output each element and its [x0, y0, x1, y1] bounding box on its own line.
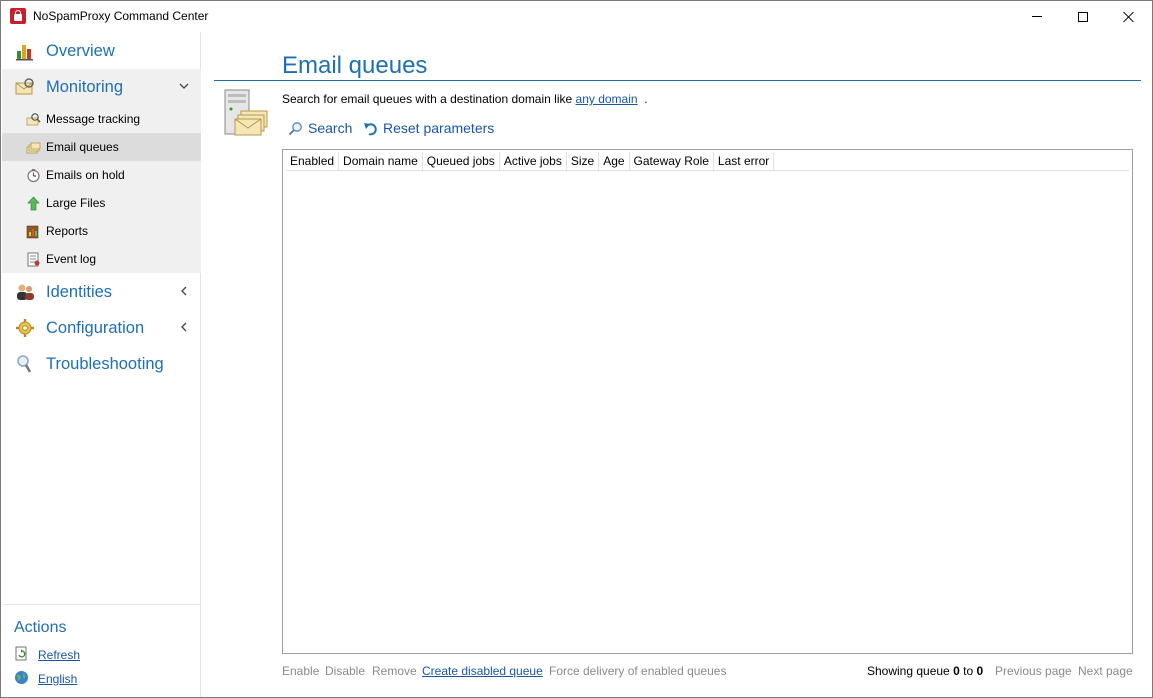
- minimize-icon: [1032, 16, 1042, 17]
- refresh-link[interactable]: Refresh: [38, 648, 80, 662]
- reports-icon: [26, 225, 39, 239]
- close-icon: [1123, 11, 1135, 23]
- nav-monitoring[interactable]: Monitoring: [2, 69, 201, 105]
- paging-to-word: to: [963, 664, 974, 678]
- sidebar-item-email-queues[interactable]: Email queues: [2, 133, 201, 161]
- paging-to: 0: [976, 664, 984, 678]
- search-icon: [288, 121, 302, 135]
- message-tracking-icon: [26, 113, 41, 126]
- column-header-age[interactable]: Age: [599, 152, 630, 170]
- column-header-last-error[interactable]: Last error: [714, 152, 775, 170]
- nav-configuration-label: Configuration: [46, 318, 145, 337]
- sidebar-item-label: Reports: [46, 224, 89, 238]
- table-header: Enabled Domain name Queued jobs Active j…: [286, 152, 1129, 171]
- paging-status: Showing queue 0 to 0: [867, 664, 983, 678]
- email-queues-icon: [26, 142, 41, 154]
- configuration-gear-icon: [16, 319, 34, 337]
- sidebar-item-label: Event log: [46, 252, 97, 266]
- emails-on-hold-clock-icon: [27, 169, 40, 183]
- overview-chart-icon: [16, 45, 33, 61]
- sidebar-item-emails-on-hold[interactable]: Emails on hold: [2, 161, 201, 189]
- paging-from: 0: [953, 664, 960, 678]
- column-header-queued-jobs[interactable]: Queued jobs: [423, 152, 500, 170]
- nav-troubleshooting-label: Troubleshooting: [46, 354, 164, 373]
- force-delivery-button[interactable]: Force delivery of enabled queues: [549, 664, 726, 678]
- column-header-size[interactable]: Size: [567, 152, 600, 170]
- column-header-gateway-role[interactable]: Gateway Role: [630, 152, 714, 170]
- title-bar: NoSpamProxy Command Center: [1, 1, 1152, 32]
- remove-button[interactable]: Remove: [372, 664, 417, 678]
- sidebar-item-label: Large Files: [46, 196, 106, 210]
- search-button[interactable]: Search: [288, 120, 352, 136]
- nav-configuration[interactable]: Configuration: [2, 310, 201, 346]
- monitoring-submenu: Message tracking Email queues Emails on …: [2, 105, 201, 273]
- app-window: NoSpamProxy Command Center Overview Moni…: [0, 0, 1153, 698]
- server-mail-icon: [224, 89, 268, 136]
- main-content: Email queues Search for email queues wit…: [202, 32, 1153, 698]
- previous-page-button[interactable]: Previous page: [995, 664, 1072, 678]
- nav-overview-label: Overview: [46, 41, 115, 60]
- sidebar-item-event-log[interactable]: Event log: [2, 245, 201, 273]
- reset-parameters-label: Reset parameters: [383, 120, 495, 136]
- page-title: Email queues: [282, 52, 428, 79]
- column-header-active-jobs[interactable]: Active jobs: [500, 152, 567, 170]
- window-title: NoSpamProxy Command Center: [33, 9, 209, 23]
- disable-button[interactable]: Disable: [325, 664, 365, 678]
- chevron-left-icon[interactable]: [179, 286, 189, 296]
- app-lock-icon: [10, 8, 26, 24]
- search-button-label: Search: [308, 120, 353, 136]
- minimize-button[interactable]: [1014, 1, 1060, 32]
- nav-identities[interactable]: Identities: [2, 274, 201, 310]
- sidebar-item-reports[interactable]: Reports: [2, 217, 201, 245]
- refresh-icon: [15, 646, 27, 661]
- sidebar: Overview Monitoring Message tracking Ema…: [2, 32, 201, 697]
- sidebar-item-label: Email queues: [46, 140, 119, 154]
- maximize-button[interactable]: [1060, 1, 1106, 32]
- monitoring-envelope-icon: [15, 78, 34, 95]
- globe-icon: [15, 671, 28, 684]
- queues-table[interactable]: Enabled Domain name Queued jobs Active j…: [282, 149, 1133, 654]
- search-description-suffix: .: [644, 92, 648, 106]
- language-link[interactable]: English: [38, 672, 77, 686]
- nav-troubleshooting[interactable]: Troubleshooting: [2, 346, 201, 382]
- maximize-icon: [1078, 11, 1088, 22]
- column-header-domain-name[interactable]: Domain name: [339, 152, 423, 170]
- enable-button[interactable]: Enable: [282, 664, 319, 678]
- chevron-down-icon[interactable]: [179, 81, 189, 91]
- nav-monitoring-label: Monitoring: [46, 77, 124, 96]
- nav-identities-label: Identities: [46, 282, 113, 301]
- search-description: Search for email queues with a destinati…: [282, 92, 648, 106]
- event-log-icon: [27, 252, 40, 267]
- chevron-left-icon[interactable]: [179, 322, 189, 332]
- sidebar-item-message-tracking[interactable]: Message tracking: [2, 105, 201, 133]
- next-page-button[interactable]: Next page: [1078, 664, 1133, 678]
- reset-parameters-button[interactable]: Reset parameters: [363, 120, 494, 136]
- reset-undo-icon: [364, 122, 377, 135]
- paging-status-prefix: Showing queue: [867, 664, 950, 678]
- sidebar-item-label: Message tracking: [46, 112, 141, 126]
- troubleshooting-magnifier-icon: [17, 355, 32, 373]
- column-header-enabled[interactable]: Enabled: [286, 152, 340, 170]
- identities-users-icon: [17, 284, 34, 300]
- actions-title: Actions: [14, 619, 67, 636]
- search-description-text: Search for email queues with a destinati…: [282, 92, 573, 106]
- create-disabled-queue-link[interactable]: Create disabled queue: [422, 664, 543, 678]
- sidebar-item-large-files[interactable]: Large Files: [2, 189, 201, 217]
- close-button[interactable]: [1106, 1, 1152, 32]
- actions-divider: [2, 604, 201, 605]
- nav-overview[interactable]: Overview: [2, 33, 201, 69]
- sidebar-item-label: Emails on hold: [46, 168, 125, 182]
- large-files-arrow-up-icon: [27, 196, 40, 211]
- title-divider: [214, 80, 1141, 81]
- any-domain-link[interactable]: any domain: [576, 92, 638, 106]
